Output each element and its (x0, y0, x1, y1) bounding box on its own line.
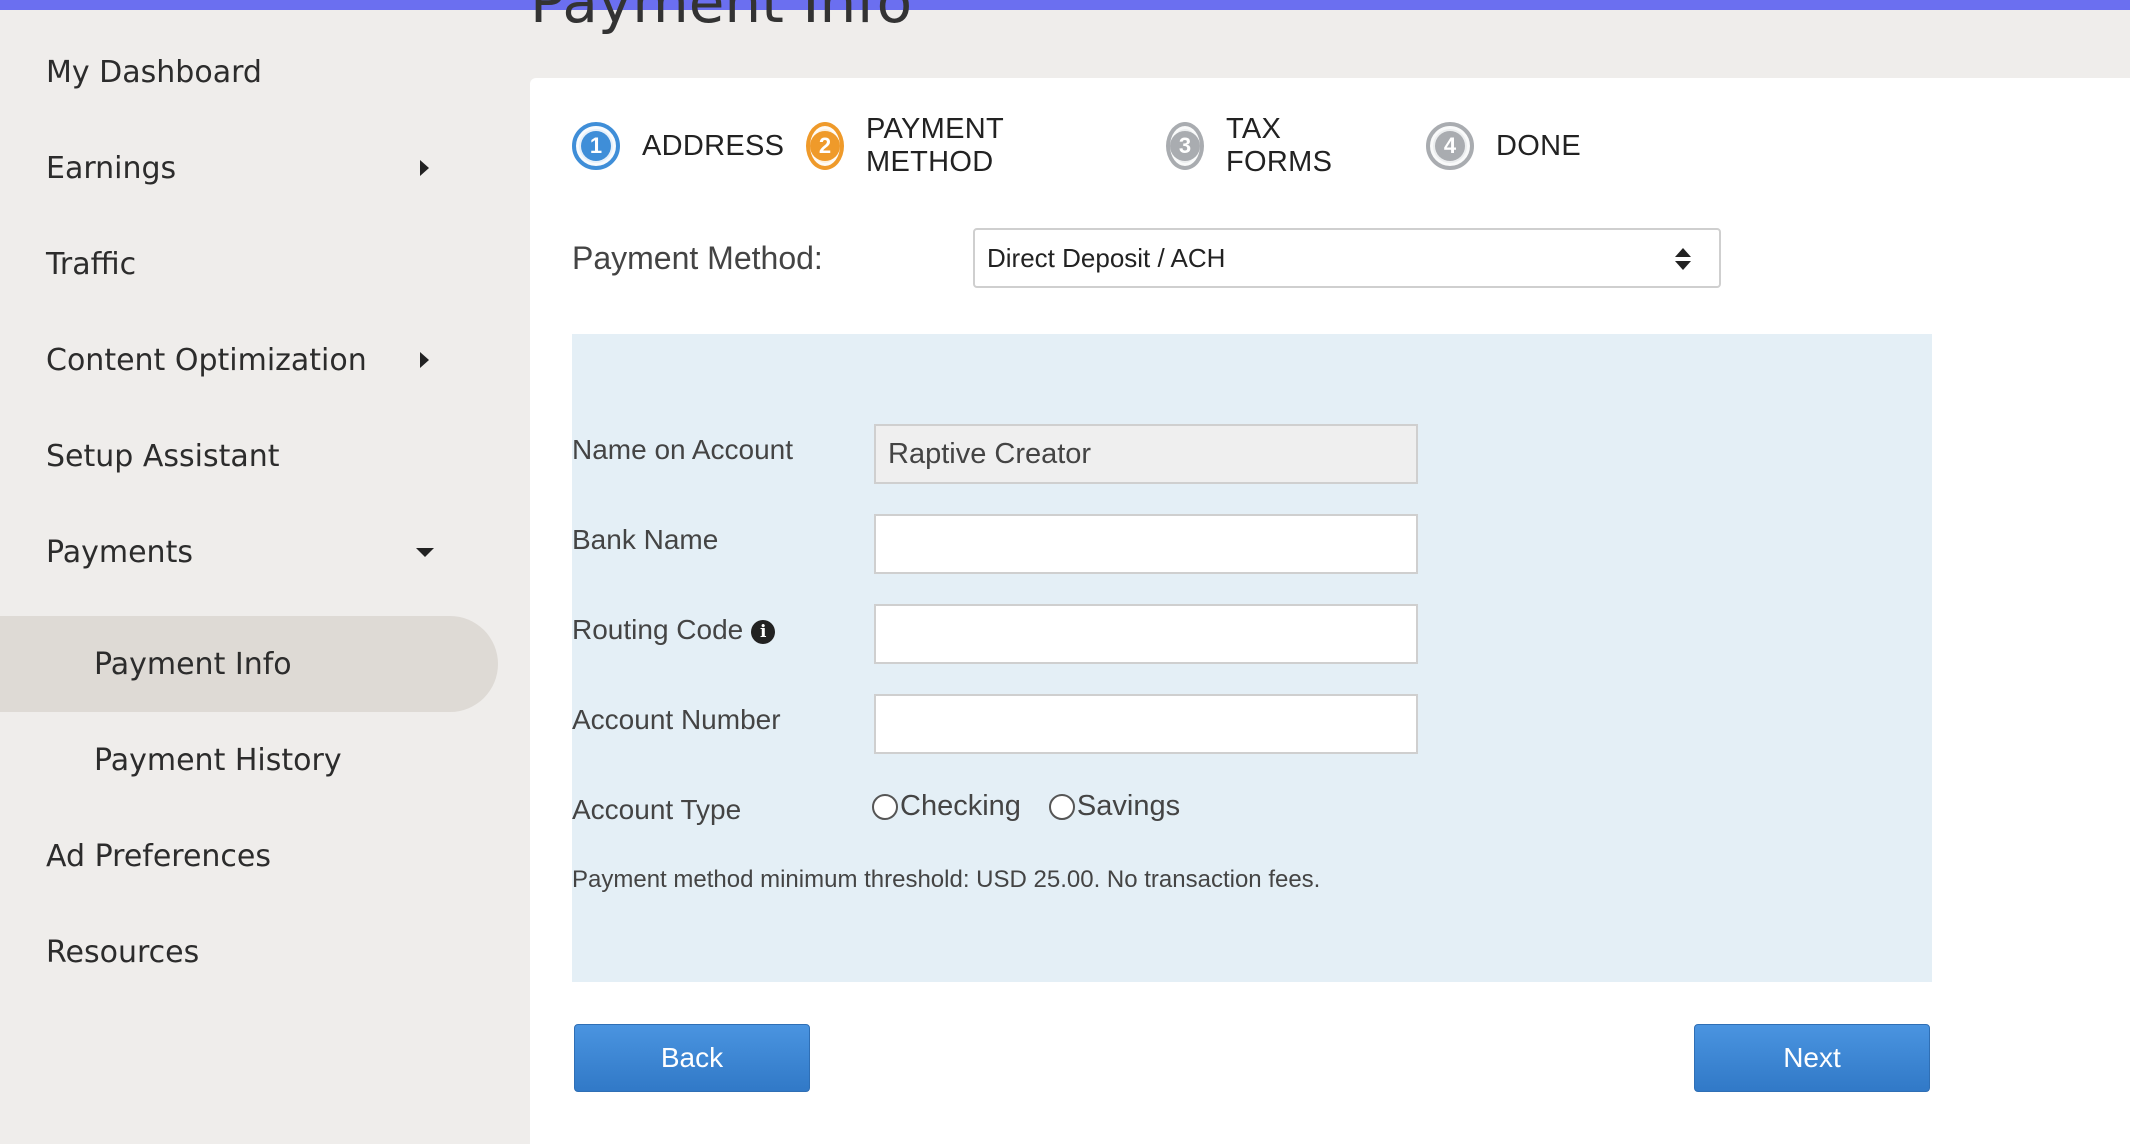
sidebar: My Dashboard Earnings Traffic Content Op… (0, 10, 530, 1144)
sidebar-item-payments[interactable]: Payments (0, 504, 500, 600)
bank-name-field[interactable] (874, 514, 1418, 574)
account-number-field[interactable] (874, 694, 1418, 754)
sidebar-item-payment-history[interactable]: Payment History (0, 712, 500, 808)
step-label: DONE (1496, 129, 1581, 162)
payment-method-select[interactable]: Direct Deposit / ACH (973, 228, 1721, 288)
sidebar-item-label: Earnings (46, 150, 177, 186)
step-4-icon: 4 (1426, 122, 1474, 170)
routing-code-label: Routing Code (572, 614, 744, 645)
info-icon[interactable]: i (751, 620, 776, 644)
name-on-account-field[interactable]: Raptive Creator (874, 424, 1418, 484)
top-accent-bar (0, 0, 2130, 10)
sidebar-item-payment-info[interactable]: Payment Info (0, 616, 498, 712)
step-tax-forms: 3 TAX FORMS (1166, 113, 1342, 178)
sidebar-item-label: Payments (46, 534, 193, 570)
sidebar-item-setup-assistant[interactable]: Setup Assistant (0, 408, 500, 504)
page-title: Payment Info (530, 0, 913, 36)
sidebar-item-label: Resources (46, 934, 200, 970)
step-number: 3 (1170, 131, 1200, 161)
sidebar-item-resources[interactable]: Resources (0, 904, 500, 1000)
sidebar-item-label: Payment History (94, 742, 342, 778)
sidebar-item-traffic[interactable]: Traffic (0, 216, 500, 312)
radio-label: Savings (1076, 790, 1181, 822)
step-label: ADDRESS (642, 129, 785, 162)
name-on-account-label: Name on Account (572, 434, 794, 465)
next-button[interactable]: Next (1694, 1024, 1930, 1092)
select-arrows-icon (1675, 248, 1691, 272)
account-type-radio-group: Checking Savings (872, 790, 1208, 823)
account-type-checking[interactable]: Checking (872, 790, 1021, 823)
sidebar-item-my-dashboard[interactable]: My Dashboard (0, 24, 500, 120)
step-payment-method: 2 PAYMENT METHOD (806, 113, 1013, 178)
payment-method-selected: Direct Deposit / ACH (987, 242, 1226, 273)
sidebar-item-label: Ad Preferences (46, 838, 272, 874)
chevron-right-icon (420, 160, 429, 176)
account-type-savings[interactable]: Savings (1048, 790, 1181, 823)
threshold-note: Payment method minimum threshold: USD 25… (572, 866, 1321, 893)
step-2-icon: 2 (806, 122, 844, 170)
step-number: 2 (810, 131, 840, 161)
radio-button[interactable] (872, 793, 898, 820)
step-1-icon: 1 (572, 122, 620, 170)
sidebar-item-label: Payment Info (94, 646, 292, 682)
bank-name-label: Bank Name (572, 524, 719, 555)
chevron-down-icon (416, 548, 434, 557)
sidebar-item-content-optimization[interactable]: Content Optimization (0, 312, 500, 408)
back-button[interactable]: Back (574, 1024, 810, 1092)
sidebar-item-label: Setup Assistant (46, 438, 280, 474)
radio-label: Checking (900, 790, 1021, 822)
sidebar-item-label: Content Optimization (46, 342, 367, 378)
chevron-right-icon (420, 352, 429, 368)
step-label: PAYMENT METHOD (866, 113, 1004, 178)
sidebar-item-ad-preferences[interactable]: Ad Preferences (0, 808, 500, 904)
routing-code-field[interactable] (874, 604, 1418, 664)
sidebar-item-label: My Dashboard (46, 54, 262, 90)
sidebar-item-earnings[interactable]: Earnings (0, 120, 500, 216)
step-label: TAX FORMS (1226, 113, 1333, 178)
sidebar-item-label: Traffic (46, 246, 137, 282)
payment-method-label: Payment Method: (572, 240, 823, 276)
radio-button[interactable] (1048, 793, 1075, 820)
step-number: 1 (581, 131, 611, 161)
step-address: 1 ADDRESS (572, 118, 784, 174)
name-on-account-value: Raptive Creator (888, 437, 1092, 470)
step-done: 4 DONE (1426, 118, 1581, 174)
step-3-icon: 3 (1166, 122, 1204, 170)
routing-code-label-row: Routing Code i (572, 614, 776, 646)
step-number: 4 (1435, 131, 1465, 161)
account-number-label: Account Number (572, 704, 781, 735)
account-type-label: Account Type (572, 794, 742, 825)
